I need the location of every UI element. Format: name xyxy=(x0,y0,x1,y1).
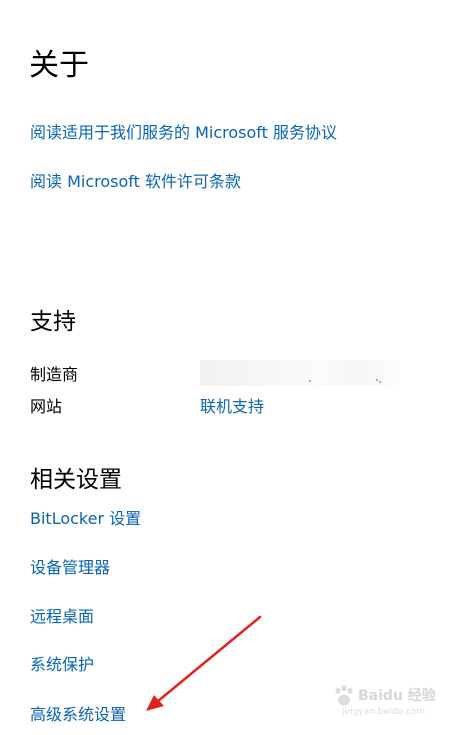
manufacturer-value-redacted xyxy=(200,360,400,386)
watermark-text: Baidu 经验 xyxy=(358,688,436,704)
microsoft-software-license-link[interactable]: 阅读 Microsoft 软件许可条款 xyxy=(30,171,241,193)
paw-logo-icon xyxy=(335,685,353,706)
related-settings-heading: 相关设置 xyxy=(30,467,122,493)
system-protection-link[interactable]: 系统保护 xyxy=(30,654,94,676)
about-heading: 关于 xyxy=(29,48,89,83)
advanced-system-settings-link[interactable]: 高级系统设置 xyxy=(30,704,126,726)
arrow-shaft xyxy=(150,615,262,708)
website-label: 网站 xyxy=(30,397,63,416)
bitlocker-settings-link[interactable]: BitLocker 设置 xyxy=(30,508,141,530)
red-arrow-icon xyxy=(146,615,262,711)
online-support-link[interactable]: 联机支持 xyxy=(200,396,264,418)
remote-desktop-link[interactable]: 远程桌面 xyxy=(30,606,94,628)
support-heading: 支持 xyxy=(30,309,76,335)
baidu-watermark: Baidu 经验 jingyan.baidu.com xyxy=(328,683,438,723)
watermark-url: jingyan.baidu.com xyxy=(342,707,426,717)
manufacturer-label: 制造商 xyxy=(30,365,79,384)
microsoft-services-agreement-link[interactable]: 阅读适用于我们服务的 Microsoft 服务协议 xyxy=(30,122,337,144)
device-manager-link[interactable]: 设备管理器 xyxy=(30,557,110,579)
